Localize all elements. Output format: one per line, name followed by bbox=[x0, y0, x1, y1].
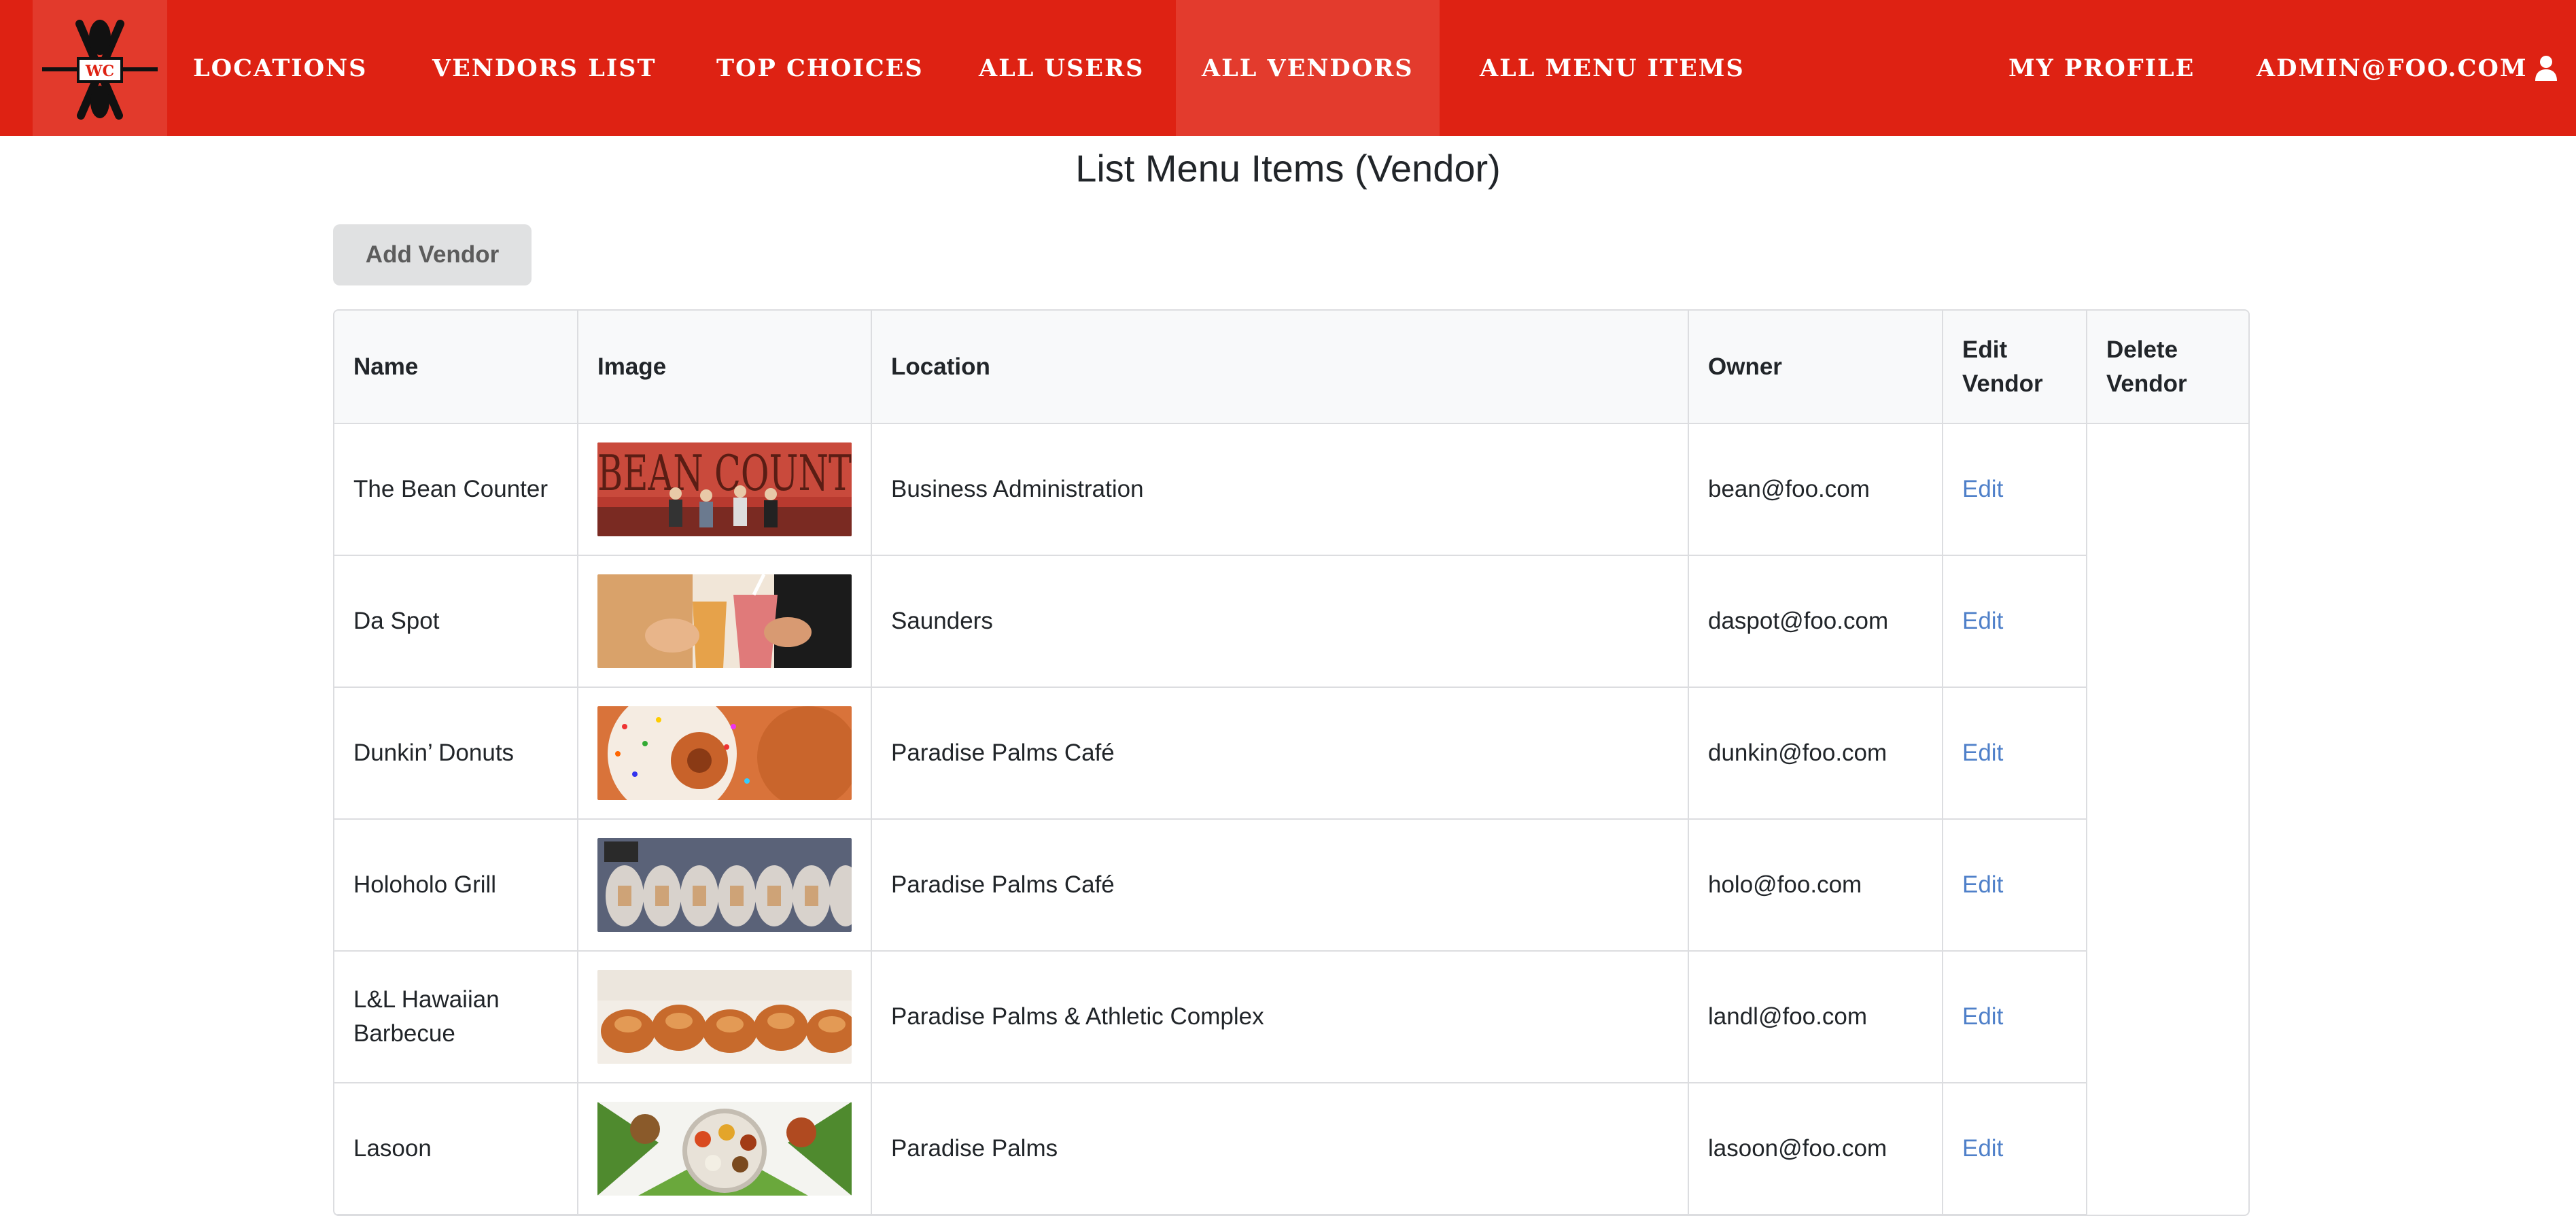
vendor-name: Da Spot bbox=[334, 555, 578, 688]
vendor-location: Saunders bbox=[871, 555, 1689, 688]
table-row: L&L Hawaiian Barbecue Paradise Palms & A… bbox=[334, 951, 2248, 1083]
page-title: List Menu Items (Vendor) bbox=[1075, 147, 1501, 190]
nav-top-choices[interactable]: Top Choices bbox=[716, 0, 924, 136]
header-image: Image bbox=[578, 311, 872, 424]
nav-user-menu[interactable]: admin@foo.com bbox=[2257, 0, 2558, 136]
vendor-location: Paradise Palms bbox=[871, 1083, 1689, 1215]
vendors-table: Name Image Location Owner Edit Vendor De… bbox=[333, 309, 2250, 1216]
edit-vendor-link[interactable]: Edit bbox=[1962, 1003, 2003, 1030]
thali-platter-photo bbox=[597, 1102, 852, 1196]
edit-vendor-link[interactable]: Edit bbox=[1962, 608, 2003, 634]
nav-all-vendors[interactable]: All Vendors bbox=[1176, 0, 1440, 136]
vendor-owner: daspot@foo.com bbox=[1688, 555, 1943, 688]
vendor-location: Paradise Palms & Athletic Complex bbox=[871, 951, 1689, 1083]
vendor-name: Holoholo Grill bbox=[334, 819, 578, 952]
table-row: The Bean Counter BEAN COUNT Business Adm… bbox=[334, 423, 2248, 556]
nav-user-email: admin@foo.com bbox=[2257, 54, 2528, 82]
nav-vendors-list[interactable]: Vendors List bbox=[432, 0, 657, 136]
home-logo[interactable]: WC bbox=[33, 0, 167, 136]
table-header-row: Name Image Location Owner Edit Vendor De… bbox=[334, 311, 2248, 424]
header-location: Location bbox=[871, 311, 1689, 424]
add-vendor-button[interactable]: Add Vendor bbox=[333, 224, 532, 285]
vendor-name: The Bean Counter bbox=[334, 423, 578, 556]
fork-knife-logo-icon: WC bbox=[42, 20, 158, 120]
edit-vendor-link[interactable]: Edit bbox=[1962, 740, 2003, 766]
fried-chicken-plate-photo bbox=[597, 970, 852, 1064]
coffee-shop-photo: BEAN COUNT bbox=[597, 442, 852, 536]
vendor-owner: dunkin@foo.com bbox=[1688, 687, 1943, 820]
table-row: Holoholo Grill Paradise Palms Café holo@… bbox=[334, 819, 2248, 952]
header-delete-vendor: Delete Vendor bbox=[2087, 311, 2248, 424]
vendor-location: Business Administration bbox=[871, 423, 1689, 556]
svg-text:BEAN COUNT: BEAN COUNT bbox=[597, 445, 852, 502]
table-row: Da Spot Saunders daspot@foo.com Edit bbox=[334, 555, 2248, 688]
header-owner: Owner bbox=[1688, 311, 1943, 424]
vendor-owner: bean@foo.com bbox=[1688, 423, 1943, 556]
edit-vendor-link[interactable]: Edit bbox=[1962, 871, 2003, 898]
smoothie-drinks-photo bbox=[597, 574, 852, 668]
user-icon bbox=[2535, 55, 2558, 81]
delete-vendor-cell bbox=[2087, 819, 2248, 951]
delete-vendor-cell bbox=[2087, 1083, 2248, 1215]
nav-all-users[interactable]: All Users bbox=[979, 0, 1144, 136]
edit-vendor-link[interactable]: Edit bbox=[1962, 1135, 2003, 1162]
wrapped-musubi-photo bbox=[597, 838, 852, 932]
vendor-owner: lasoon@foo.com bbox=[1688, 1083, 1943, 1215]
header-name: Name bbox=[334, 311, 578, 424]
top-navbar: WC Locations Vendors List Top Choices Al… bbox=[0, 0, 2576, 136]
edit-vendor-link[interactable]: Edit bbox=[1962, 476, 2003, 502]
table-row: Lasoon Paradise Palms lasoon@foo.com Edi… bbox=[334, 1083, 2248, 1215]
logo-text: WC bbox=[85, 63, 114, 80]
delete-vendor-cell bbox=[2087, 951, 2248, 1083]
header-edit-vendor: Edit Vendor bbox=[1943, 311, 2087, 424]
delete-vendor-cell bbox=[2087, 555, 2248, 687]
nav-locations[interactable]: Locations bbox=[193, 0, 367, 136]
vendor-name: L&L Hawaiian Barbecue bbox=[334, 951, 578, 1083]
vendor-owner: landl@foo.com bbox=[1688, 951, 1943, 1083]
vendor-name: Dunkin’ Donuts bbox=[334, 687, 578, 820]
vendor-owner: holo@foo.com bbox=[1688, 819, 1943, 952]
donut-photo bbox=[597, 706, 852, 800]
vendor-name: Lasoon bbox=[334, 1083, 578, 1215]
table-row: Dunkin’ Donuts Paradise Palms Café dunki… bbox=[334, 687, 2248, 820]
vendor-location: Paradise Palms Café bbox=[871, 819, 1689, 952]
delete-vendor-cell bbox=[2087, 687, 2248, 819]
delete-vendor-cell bbox=[2087, 423, 2248, 555]
nav-all-menu-items[interactable]: All Menu Items bbox=[1480, 0, 1745, 136]
nav-my-profile[interactable]: My Profile bbox=[2008, 0, 2195, 136]
vendor-location: Paradise Palms Café bbox=[871, 687, 1689, 820]
